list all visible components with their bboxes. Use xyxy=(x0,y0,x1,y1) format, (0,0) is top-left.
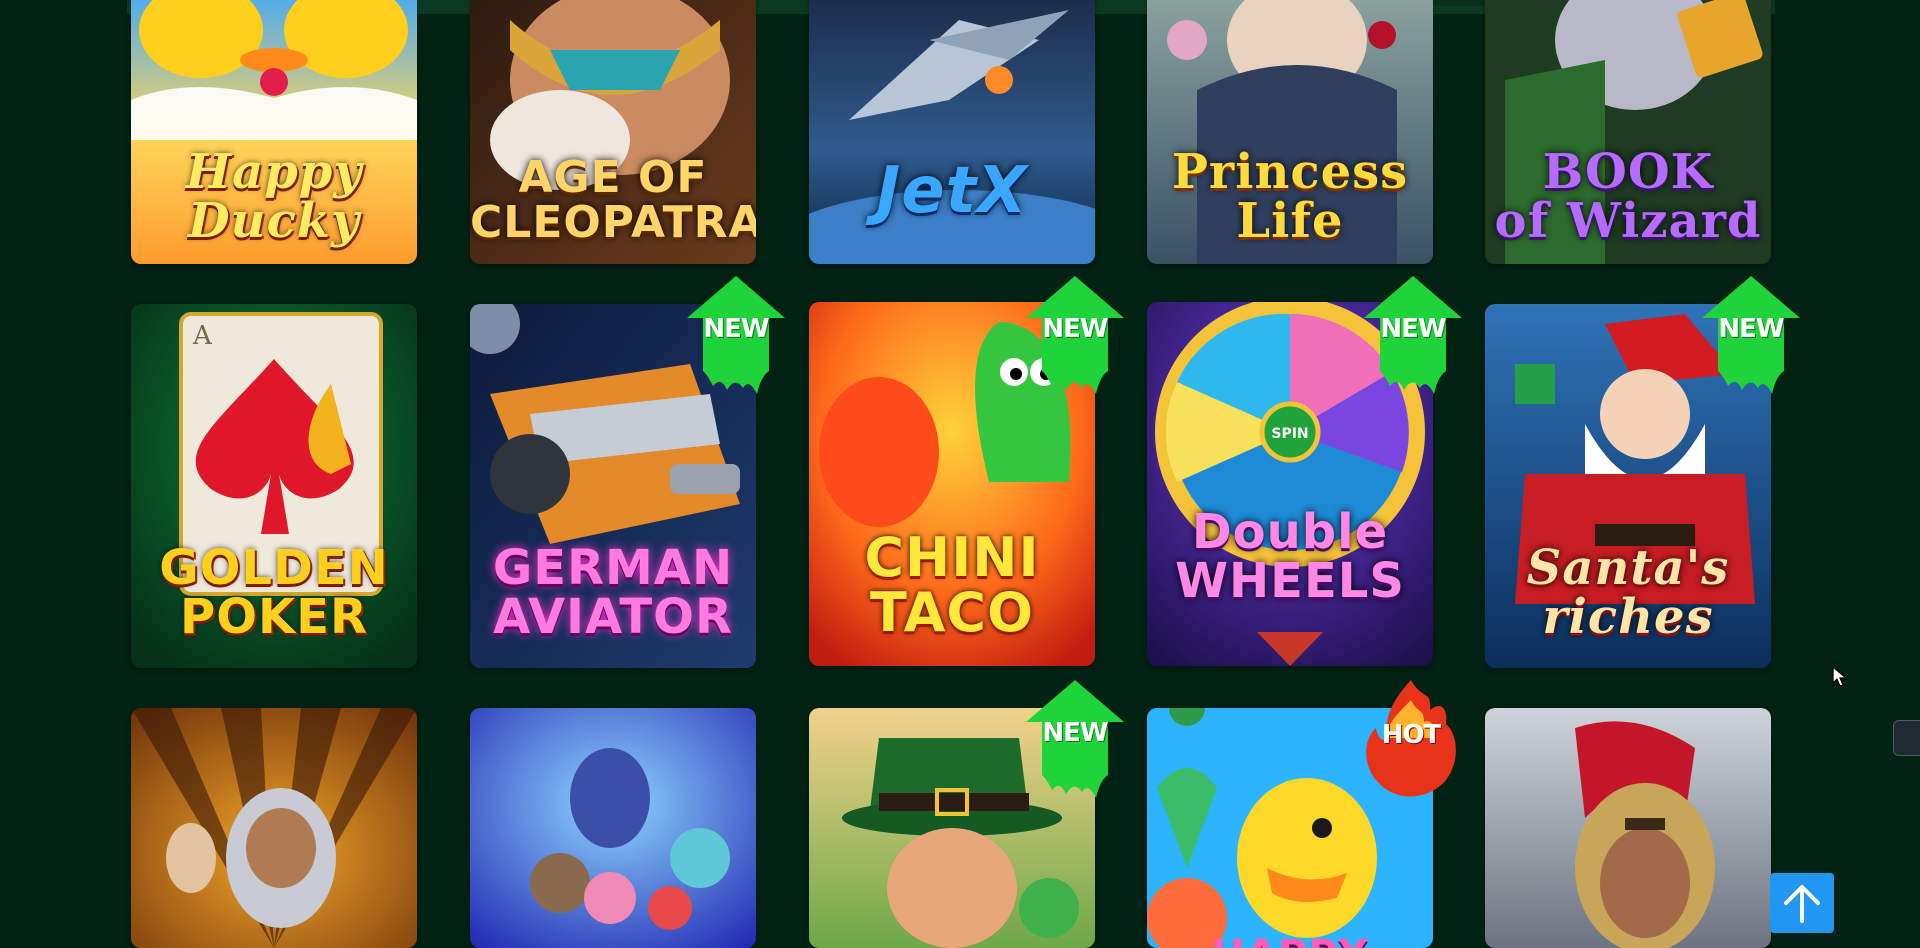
new-badge-label: NEW xyxy=(1042,718,1108,748)
new-badge-label: NEW xyxy=(1380,314,1446,344)
birds-art xyxy=(470,708,756,948)
game-card-princess-life[interactable]: Princess Life xyxy=(1147,0,1433,264)
golden-poker-title: GOLDEN POKER xyxy=(159,540,389,646)
jetx-title: JetX xyxy=(876,153,1028,228)
cleopatra-title: AGE OF CLEOPATRA xyxy=(470,152,756,249)
german-aviator-title: GERMAN AVIATOR xyxy=(492,540,734,646)
book-of-wizard-title: BOOK of Wizard xyxy=(1494,144,1762,250)
new-badge-label: NEW xyxy=(703,314,769,344)
svg-text:SPIN: SPIN xyxy=(1271,426,1308,442)
double-wheels-title: Double WHEELS xyxy=(1175,504,1405,610)
new-badge-label: NEW xyxy=(1042,314,1108,344)
princess-life-title: Princess Life xyxy=(1171,144,1409,250)
new-badge: NEW xyxy=(1026,680,1124,798)
arrow-up-icon xyxy=(1784,885,1820,923)
chini-taco-title: CHINI TACO xyxy=(864,525,1040,644)
game-card-age-of-cleopatra[interactable]: AGE OF CLEOPATRA xyxy=(470,0,756,264)
new-badge: NEW xyxy=(1364,276,1462,394)
spartan-art xyxy=(1485,708,1771,948)
game-grid: Happy Ducky AGE OF CLEOPATRA JetX Prince… xyxy=(0,0,1920,948)
happy-duck-title: HAPPY xyxy=(1147,935,1433,948)
svg-text:A: A xyxy=(192,321,213,351)
new-badge-label: NEW xyxy=(1718,314,1784,344)
zeus-art xyxy=(131,708,417,948)
game-card-golden-poker[interactable]: A GOLDEN POKER xyxy=(131,304,417,668)
scroll-to-top-button[interactable] xyxy=(1770,873,1834,933)
game-card-spartan[interactable] xyxy=(1485,708,1771,948)
hot-badge-label: HOT xyxy=(1381,720,1442,750)
new-badge: NEW xyxy=(1026,276,1124,394)
side-chat-widget[interactable] xyxy=(1893,720,1920,756)
game-card-zeus[interactable] xyxy=(131,708,417,948)
game-card-jetx[interactable]: JetX xyxy=(809,0,1095,264)
new-badge: NEW xyxy=(1702,276,1800,394)
mouse-cursor-icon xyxy=(1832,666,1848,687)
hot-badge: HOT xyxy=(1362,680,1460,798)
santas-riches-title: Santa's riches xyxy=(1526,540,1730,646)
game-card-book-of-wizard[interactable]: BOOK of Wizard xyxy=(1485,0,1771,264)
happy-ducky-title: Happy Ducky xyxy=(185,144,363,250)
game-card-happy-ducky[interactable]: Happy Ducky xyxy=(131,0,417,264)
game-card-birds[interactable] xyxy=(470,708,756,948)
new-badge: NEW xyxy=(687,276,785,394)
